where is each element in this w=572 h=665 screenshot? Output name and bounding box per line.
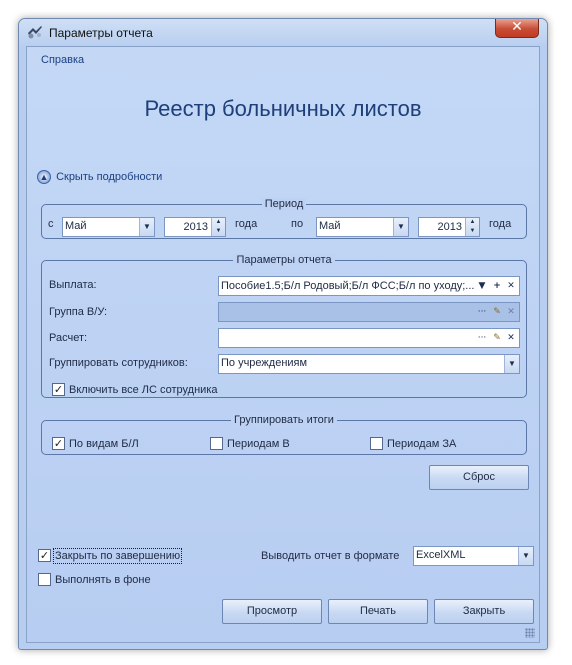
- close-on-finish-label: Закрыть по завершению: [52, 548, 183, 564]
- period-to-label: по: [291, 218, 304, 230]
- help-link[interactable]: Справка: [41, 54, 84, 66]
- format-select[interactable]: ExcelXML ▼: [413, 546, 534, 566]
- print-button[interactable]: Печать: [328, 599, 428, 624]
- group-vu-field[interactable]: ··· ✎ ✕: [218, 302, 520, 322]
- periods-checkbox[interactable]: [210, 437, 223, 450]
- to-month-select[interactable]: Май ▼: [316, 217, 409, 237]
- background-label: Выполнять в фоне: [55, 574, 151, 586]
- parameters-group: Параметры отчета Выплата: Пособие1.5;Б/л…: [41, 254, 527, 398]
- window-close-button[interactable]: ✕: [495, 19, 539, 38]
- by-type-label: По видам Б/Л: [69, 438, 139, 450]
- hide-details-toggle[interactable]: ▲ Скрыть подробности: [37, 170, 162, 186]
- chevron-down-icon[interactable]: ▼: [504, 355, 519, 373]
- ellipsis-icon[interactable]: ···: [475, 330, 489, 346]
- from-year-spinner[interactable]: 2013 ▲ ▼: [164, 217, 226, 237]
- clear-icon[interactable]: ✕: [504, 330, 518, 346]
- by-type-checkbox[interactable]: ✓: [52, 437, 65, 450]
- to-year-label: года: [489, 218, 512, 230]
- clear-icon[interactable]: ✕: [504, 304, 518, 320]
- period-from-label: с: [48, 218, 54, 230]
- background-checkbox[interactable]: [38, 573, 51, 586]
- preview-button[interactable]: Просмотр: [222, 599, 322, 624]
- edit-icon[interactable]: ✎: [490, 304, 504, 320]
- collapse-up-icon: ▲: [37, 170, 51, 184]
- report-parameters-window: Параметры отчета ✕ Справка Реестр больни…: [18, 18, 548, 650]
- group-totals-group: Группировать итоги ✓ По видам Б/Л Период…: [41, 414, 527, 455]
- payment-label: Выплата:: [49, 279, 97, 291]
- from-month-select[interactable]: Май ▼: [62, 217, 155, 237]
- title-bar[interactable]: Параметры отчета ✕: [19, 19, 547, 46]
- grouping-label: Группировать сотрудников:: [49, 357, 188, 369]
- chevron-down-icon[interactable]: ▼: [393, 218, 408, 236]
- hide-details-label: Скрыть подробности: [56, 171, 163, 183]
- resize-grip-icon[interactable]: [525, 628, 535, 638]
- window-title: Параметры отчета: [49, 26, 153, 40]
- clear-icon[interactable]: ✕: [504, 278, 518, 294]
- group-totals-title: Группировать итоги: [231, 414, 337, 426]
- calc-label: Расчет:: [49, 332, 88, 344]
- to-year-spinner[interactable]: 2013 ▲ ▼: [418, 217, 480, 237]
- chevron-down-icon[interactable]: ▼: [139, 218, 154, 236]
- periods-za-label: Периодам ЗА: [387, 438, 457, 450]
- edit-icon[interactable]: ✎: [490, 330, 504, 346]
- close-on-finish-checkbox[interactable]: ✓: [38, 549, 51, 562]
- add-icon[interactable]: +: [490, 278, 504, 294]
- close-button[interactable]: Закрыть: [434, 599, 534, 624]
- payment-field[interactable]: Пособие1.5;Б/л Родовый;Б/л ФСС;Б/л по ух…: [218, 276, 520, 296]
- dropdown-icon[interactable]: ▼: [475, 278, 489, 294]
- chevron-down-icon[interactable]: ▼: [518, 547, 533, 565]
- group-vu-label: Группа В/У:: [49, 306, 108, 318]
- report-title: Реестр больничных листов: [144, 96, 422, 121]
- spin-arrows-icon[interactable]: ▲ ▼: [211, 218, 225, 236]
- calc-field[interactable]: ··· ✎ ✕: [218, 328, 520, 348]
- periods-za-checkbox[interactable]: [370, 437, 383, 450]
- close-icon: ✕: [511, 19, 523, 35]
- from-year-label: года: [235, 218, 258, 230]
- grouping-select[interactable]: По учреждениям ▼: [218, 354, 520, 374]
- period-group-title: Период: [261, 198, 307, 210]
- period-group: Период с Май ▼ 2013 ▲ ▼ года по Май ▼ 201…: [41, 198, 527, 239]
- periods-label: Периодам В: [227, 438, 290, 450]
- parameters-group-title: Параметры отчета: [233, 254, 335, 266]
- include-all-label: Включить все ЛС сотрудника: [69, 384, 218, 396]
- reset-button[interactable]: Сброс: [429, 465, 529, 490]
- include-all-checkbox[interactable]: ✓: [52, 383, 65, 396]
- dialog-client-area: Справка Реестр больничных листов ▲ Скрыт…: [26, 46, 540, 643]
- ellipsis-icon[interactable]: ···: [475, 304, 489, 320]
- format-label: Выводить отчет в формате: [261, 550, 400, 562]
- app-icon: [28, 26, 42, 39]
- spin-arrows-icon[interactable]: ▲ ▼: [465, 218, 479, 236]
